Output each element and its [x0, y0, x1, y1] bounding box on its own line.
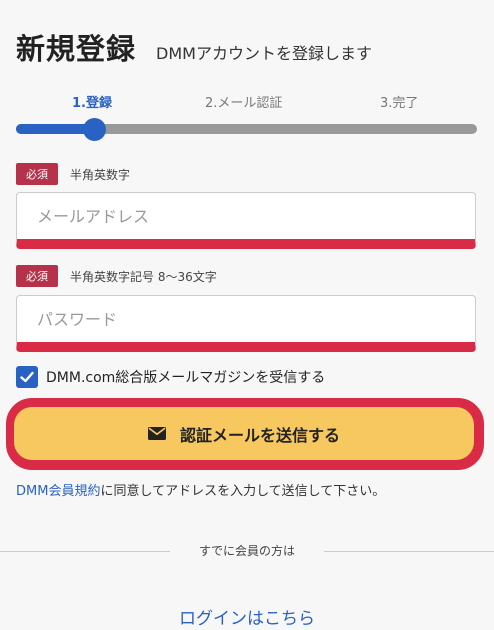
submit-label: 認証メールを送信する — [179, 425, 340, 445]
password-hint: 半角英数字記号 8〜36文字 — [70, 269, 217, 284]
page-subtitle: DMMアカウントを登録します — [156, 44, 372, 63]
progress-thumb — [83, 118, 106, 141]
page-header: 新規登録 DMMアカウントを登録します — [16, 26, 372, 68]
newsletter-label: DMM.com総合版メールマガジンを受信する — [46, 370, 326, 386]
page-title: 新規登録 — [16, 32, 137, 66]
required-badge: 必須 — [16, 163, 58, 185]
send-verification-email-button[interactable]: 認証メールを送信する — [14, 407, 474, 460]
required-badge: 必須 — [16, 265, 58, 287]
existing-member-divider: すでに会員の方は — [0, 541, 494, 561]
checkmark-icon — [20, 371, 34, 383]
progress-bar — [16, 118, 477, 141]
email-label-row: 必須 半角英数字 — [16, 163, 130, 185]
password-field[interactable] — [17, 296, 475, 342]
password-field-wrapper — [16, 295, 476, 352]
login-link[interactable]: ログインはこちら — [0, 604, 494, 629]
email-field-wrapper — [16, 192, 476, 249]
password-label-row: 必須 半角英数字記号 8〜36文字 — [16, 265, 217, 287]
terms-link[interactable]: DMM会員規約 — [16, 484, 100, 499]
existing-member-text: すでに会員の方は — [184, 544, 310, 558]
step-indicator: 1.登録 2.メール認証 3.完了 — [0, 92, 494, 112]
email-field[interactable] — [17, 193, 475, 239]
terms-notice: DMM会員規約に同意してアドレスを入力して送信して下さい。 — [16, 480, 385, 499]
envelope-icon — [147, 427, 166, 440]
step-complete: 3.完了 — [380, 96, 419, 111]
email-hint: 半角英数字 — [70, 167, 131, 182]
newsletter-checkbox[interactable] — [16, 366, 38, 388]
step-register: 1.登録 — [72, 96, 112, 111]
newsletter-option[interactable]: DMM.com総合版メールマガジンを受信する — [16, 366, 325, 388]
step-email-verification: 2.メール認証 — [205, 96, 283, 111]
terms-text: に同意してアドレスを入力して送信して下さい。 — [100, 484, 386, 499]
